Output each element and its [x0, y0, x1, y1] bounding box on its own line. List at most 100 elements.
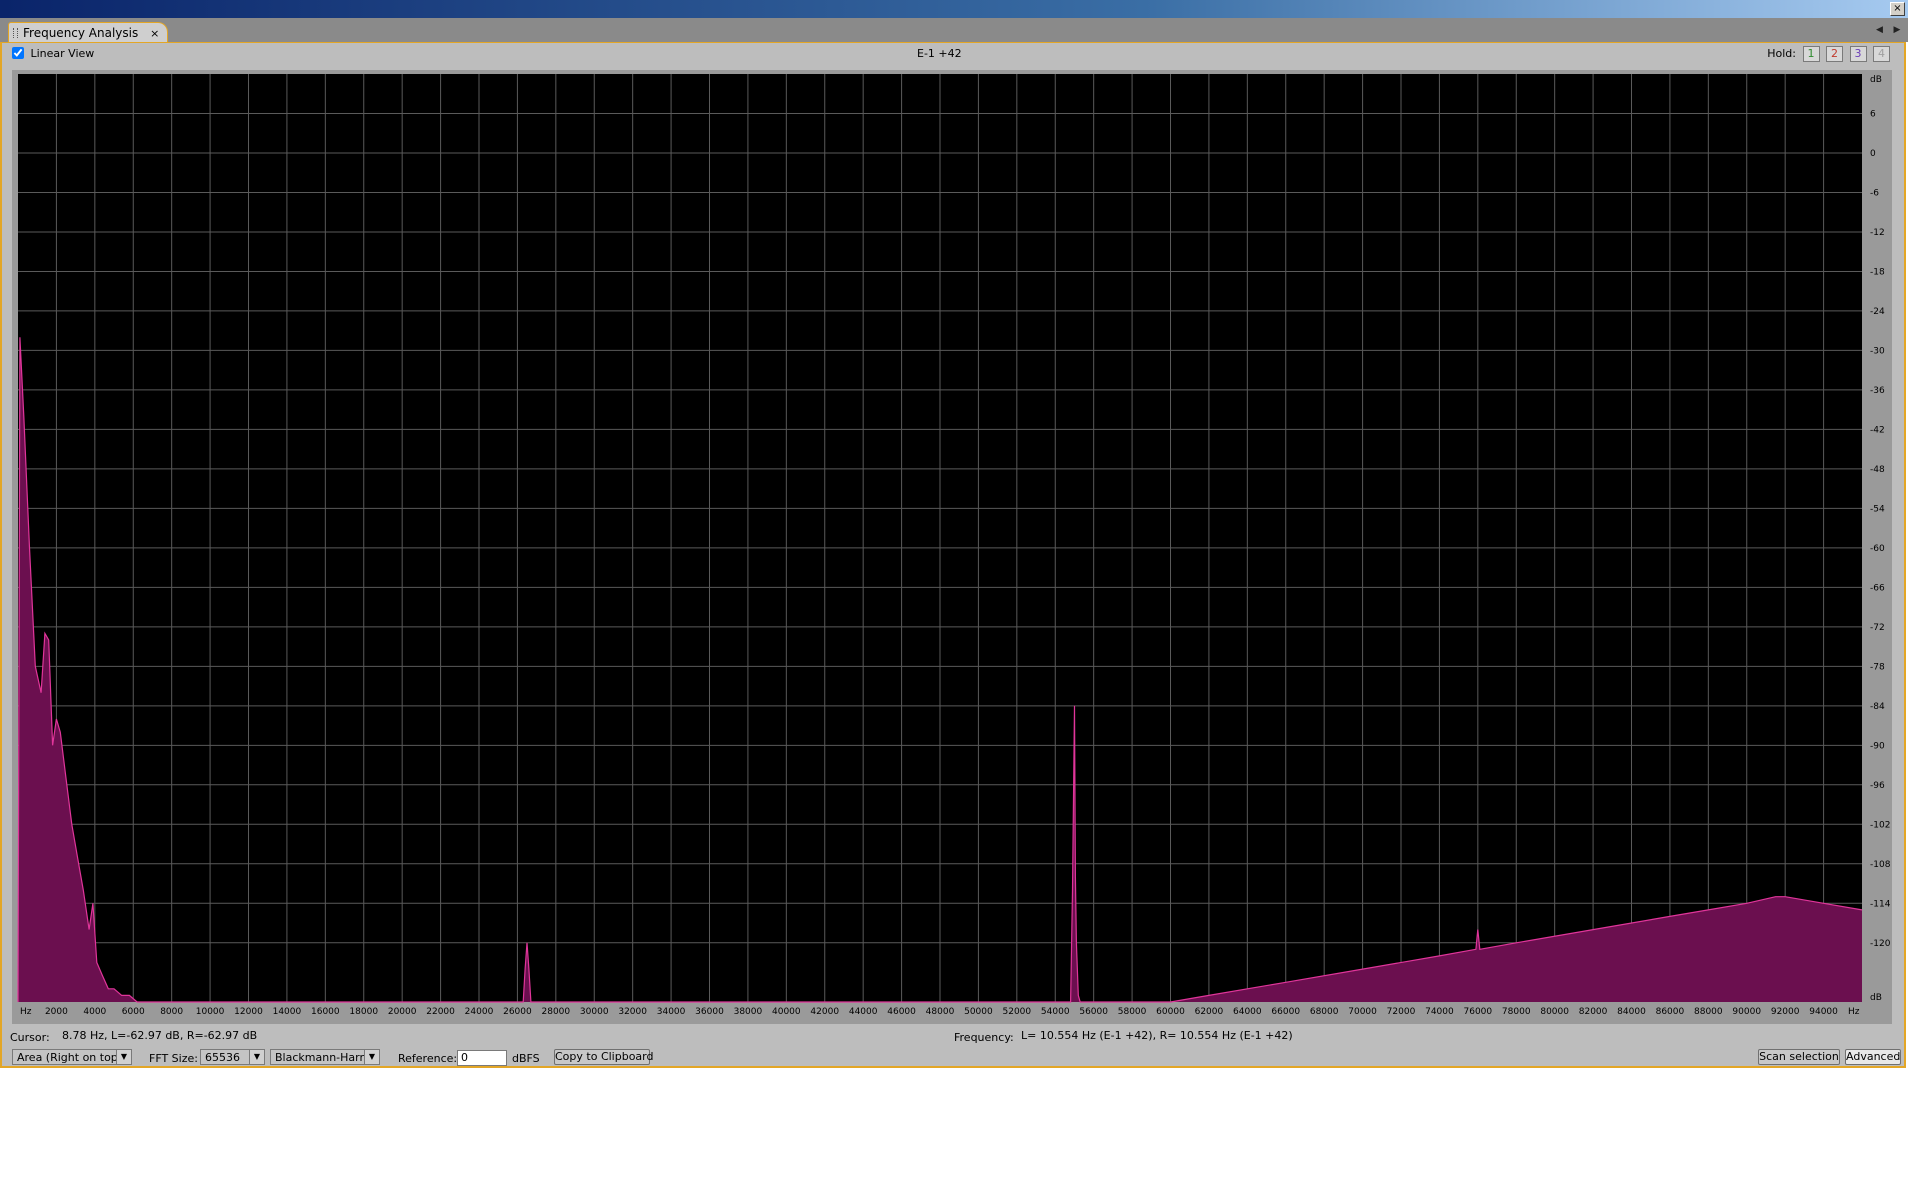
x-tick-label: 44000 — [849, 1007, 878, 1017]
hold-button-1[interactable]: 1 — [1802, 46, 1820, 62]
tab-navigation: ◀ ▶ — [1873, 22, 1905, 38]
x-tick-label: 40000 — [772, 1007, 801, 1017]
copy-to-clipboard-button[interactable]: Copy to Clipboard — [554, 1049, 653, 1065]
reference-input[interactable]: 0 — [457, 1050, 507, 1066]
x-tick-label: 82000 — [1579, 1007, 1608, 1017]
x-tick-label: 26000 — [503, 1007, 532, 1017]
x-tick-label: 78000 — [1502, 1007, 1531, 1017]
x-tick-label: 62000 — [1195, 1007, 1224, 1017]
window-function-value: Blackmann-Harris — [275, 1051, 373, 1064]
controls-row: Area (Right on top) ▼ FFT Size: 65536 ▼ … — [2, 1046, 1904, 1068]
y-tick-label: 6 — [1870, 109, 1876, 119]
x-tick-label: 38000 — [734, 1007, 763, 1017]
hold-button-3[interactable]: 3 — [1849, 46, 1867, 62]
y-tick-label: -90 — [1870, 741, 1885, 751]
x-tick-label: 64000 — [1233, 1007, 1262, 1017]
chevron-down-icon[interactable]: ▼ — [249, 1050, 264, 1064]
chevron-down-icon[interactable]: ▼ — [116, 1050, 131, 1064]
x-tick-label: 88000 — [1694, 1007, 1723, 1017]
x-tick-label: 66000 — [1271, 1007, 1300, 1017]
tab-scroll-right-icon[interactable]: ▶ — [1890, 23, 1904, 37]
linear-view-option[interactable]: Linear View — [12, 47, 94, 60]
x-tick-label: 68000 — [1310, 1007, 1339, 1017]
y-tick-label: -18 — [1870, 267, 1885, 277]
x-tick-label: 42000 — [810, 1007, 839, 1017]
x-tick-label: 10000 — [196, 1007, 225, 1017]
x-tick-label: 32000 — [618, 1007, 647, 1017]
y-axis-unit-top: dB — [1870, 75, 1882, 85]
x-tick-label: 36000 — [695, 1007, 724, 1017]
tab-strip: Frequency Analysis × ◀ ▶ — [0, 18, 1908, 43]
linear-view-checkbox[interactable] — [12, 47, 24, 59]
window-titlebar: × — [0, 0, 1908, 18]
y-axis-unit-bottom: dB — [1870, 993, 1882, 1003]
hold-label: Hold: — [1767, 47, 1796, 60]
hold-button-4[interactable]: 4 — [1873, 46, 1890, 62]
x-tick-label: 8000 — [160, 1007, 183, 1017]
tab-close-icon[interactable]: × — [150, 27, 159, 40]
plot-mode-select[interactable]: Area (Right on top) ▼ — [12, 1049, 132, 1065]
x-tick-label: 60000 — [1156, 1007, 1185, 1017]
plot-mode-value: Area (Right on top) — [17, 1051, 123, 1064]
x-axis-unit-right: Hz — [1848, 1007, 1860, 1017]
scan-selection-button[interactable]: Scan selection — [1758, 1049, 1840, 1065]
status-row: Cursor: 8.78 Hz, L=-62.97 dB, R=-62.97 d… — [2, 1028, 1904, 1046]
y-tick-label: -36 — [1870, 386, 1885, 396]
x-tick-label: 48000 — [926, 1007, 955, 1017]
x-tick-label: 94000 — [1809, 1007, 1838, 1017]
window-function-select[interactable]: Blackmann-Harris ▼ — [270, 1049, 380, 1065]
x-tick-label: 34000 — [657, 1007, 686, 1017]
spectrum-chart[interactable]: Hz Hz 2000 4000 6000 8000 10000 12000 14000 16000… — [12, 70, 1892, 1024]
y-tick-label: -114 — [1870, 899, 1891, 909]
x-tick-label: 58000 — [1118, 1007, 1147, 1017]
reference-label: Reference: — [398, 1052, 458, 1065]
spectrum-plot[interactable]: Hz Hz 2000 4000 6000 8000 10000 12000 14000 16000… — [12, 70, 1892, 1024]
reference-unit: dBFS — [512, 1052, 540, 1065]
x-tick-label: 72000 — [1387, 1007, 1416, 1017]
x-tick-label: 86000 — [1656, 1007, 1685, 1017]
fft-size-label: FFT Size: — [149, 1052, 198, 1065]
y-tick-label: -102 — [1870, 820, 1890, 830]
y-tick-label: -84 — [1870, 702, 1885, 712]
y-tick-label: -78 — [1870, 662, 1885, 672]
x-tick-label: 90000 — [1732, 1007, 1761, 1017]
fft-size-value: 65536 — [205, 1051, 240, 1064]
x-tick-label: 4000 — [83, 1007, 106, 1017]
y-tick-label: 0 — [1870, 149, 1876, 159]
x-tick-label: 24000 — [465, 1007, 494, 1017]
y-tick-label: -96 — [1870, 781, 1885, 791]
y-tick-label: -66 — [1870, 583, 1885, 593]
y-tick-label: -108 — [1870, 860, 1891, 870]
tab-scroll-left-icon[interactable]: ◀ — [1873, 23, 1887, 37]
pitch-readout: E-1 +42 — [917, 47, 962, 60]
x-tick-label: 14000 — [273, 1007, 302, 1017]
chevron-down-icon[interactable]: ▼ — [364, 1050, 379, 1064]
advanced-button[interactable]: Advanced — [1845, 1049, 1901, 1065]
frequency-label: Frequency: — [954, 1031, 1014, 1044]
linear-view-label: Linear View — [30, 47, 95, 60]
y-tick-label: -48 — [1870, 465, 1885, 475]
y-tick-label: -72 — [1870, 623, 1885, 633]
x-tick-label: 28000 — [542, 1007, 571, 1017]
tab-grip-icon[interactable] — [13, 28, 18, 38]
hold-button-2[interactable]: 2 — [1826, 46, 1843, 62]
y-tick-label: -120 — [1870, 939, 1891, 949]
y-tick-label: -6 — [1870, 188, 1879, 198]
cursor-label: Cursor: — [10, 1031, 50, 1044]
y-tick-label: -24 — [1870, 307, 1885, 317]
tab-frequency-analysis[interactable]: Frequency Analysis × — [8, 22, 169, 43]
x-tick-label: 52000 — [1003, 1007, 1032, 1017]
x-tick-label: 70000 — [1348, 1007, 1377, 1017]
y-tick-label: -54 — [1870, 504, 1885, 514]
window-close-button[interactable]: × — [1890, 2, 1905, 16]
x-tick-label: 30000 — [580, 1007, 609, 1017]
x-tick-label: 12000 — [234, 1007, 263, 1017]
fft-size-select[interactable]: 65536 ▼ — [200, 1049, 265, 1065]
x-tick-label: 6000 — [122, 1007, 145, 1017]
x-tick-label: 20000 — [388, 1007, 417, 1017]
frequency-readout: L= 10.554 Hz (E-1 +42), R= 10.554 Hz (E-… — [1021, 1029, 1293, 1042]
x-tick-label: 18000 — [349, 1007, 378, 1017]
tab-label: Frequency Analysis — [23, 26, 139, 40]
x-tick-label: 2000 — [45, 1007, 68, 1017]
y-tick-label: -42 — [1870, 425, 1885, 435]
